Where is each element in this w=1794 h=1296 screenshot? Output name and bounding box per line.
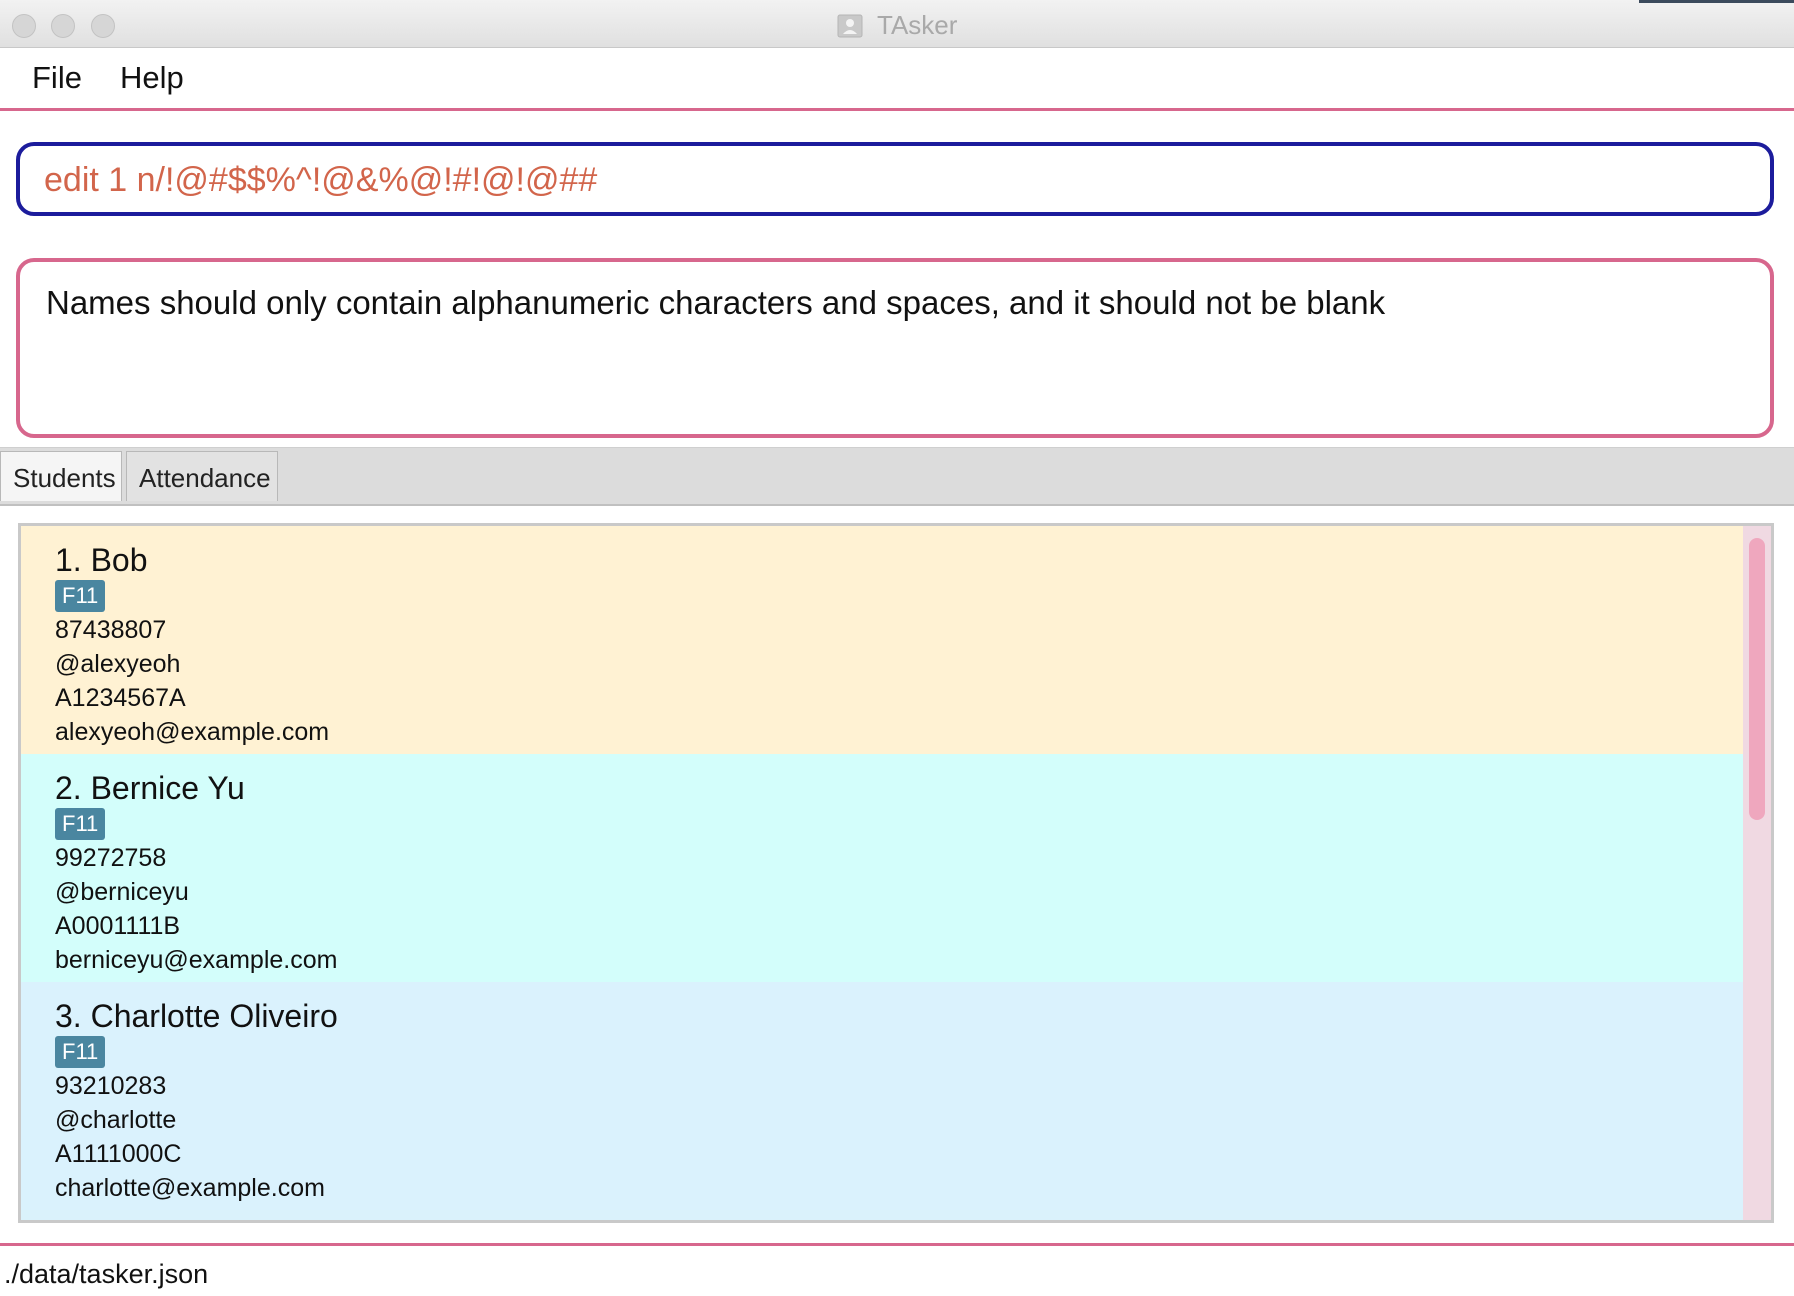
title-bar: TAsker xyxy=(0,0,1794,48)
list-scrollbar[interactable] xyxy=(1743,526,1771,1220)
tag-badge: F11 xyxy=(55,808,106,840)
command-box xyxy=(16,142,1774,216)
student-name: 2. Bernice Yu xyxy=(55,770,245,806)
student-telegram: @berniceyu xyxy=(55,878,189,906)
student-phone: 87438807 xyxy=(55,616,167,644)
status-divider xyxy=(0,1243,1794,1246)
menu-file[interactable]: File xyxy=(32,60,82,96)
window-title-group: TAsker xyxy=(0,10,1794,41)
student-list[interactable]: 1. Bob F11 87438807 @alexyeoh A1234567A … xyxy=(18,523,1774,1223)
student-matric: A1111000C xyxy=(55,1140,182,1168)
status-file-path: ./data/tasker.json xyxy=(4,1259,209,1289)
menu-bar: File Help xyxy=(0,48,1794,111)
student-card-2[interactable]: 2. Bernice Yu F11 99272758 @berniceyu A0… xyxy=(21,754,1745,982)
student-matric: A0001111B xyxy=(55,912,181,940)
menu-help[interactable]: Help xyxy=(120,60,184,96)
student-email: charlotte@example.com xyxy=(55,1174,325,1202)
student-phone: 93210283 xyxy=(55,1072,167,1100)
result-display: Names should only contain alphanumeric c… xyxy=(16,258,1774,438)
student-phone: 99272758 xyxy=(55,844,167,872)
student-telegram: @charlotte xyxy=(55,1106,177,1134)
student-matric: A1234567A xyxy=(55,684,186,712)
tab-bar: Students Attendance xyxy=(0,447,1794,506)
tab-students[interactable]: Students xyxy=(0,451,122,501)
result-message: Names should only contain alphanumeric c… xyxy=(46,284,1386,321)
tab-attendance[interactable]: Attendance xyxy=(126,451,278,501)
tag-badge: F11 xyxy=(55,1036,106,1068)
command-input[interactable] xyxy=(44,158,1750,202)
student-card-3[interactable]: 3. Charlotte Oliveiro F11 93210283 @char… xyxy=(21,982,1745,1210)
student-telegram: @alexyeoh xyxy=(55,650,181,678)
student-name: 1. Bob xyxy=(55,542,148,578)
student-card-1[interactable]: 1. Bob F11 87438807 @alexyeoh A1234567A … xyxy=(21,526,1745,754)
scrollbar-thumb[interactable] xyxy=(1749,538,1765,820)
student-email: alexyeoh@example.com xyxy=(55,718,330,746)
app-icon xyxy=(837,14,863,38)
tag-badge: F11 xyxy=(55,580,106,612)
student-name: 3. Charlotte Oliveiro xyxy=(55,998,338,1034)
window-title: TAsker xyxy=(877,10,958,40)
title-edge-accent xyxy=(1639,0,1794,3)
student-email: berniceyu@example.com xyxy=(55,946,338,974)
